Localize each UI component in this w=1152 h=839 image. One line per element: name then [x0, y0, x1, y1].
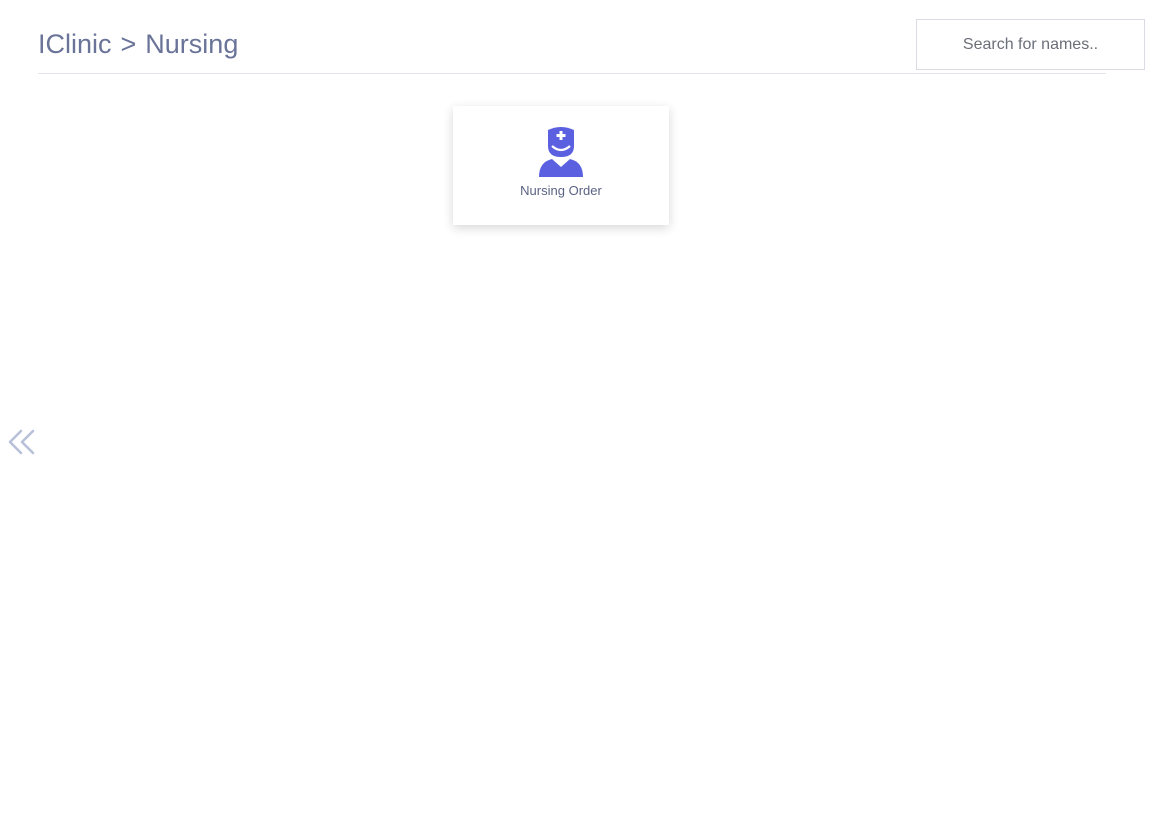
breadcrumb-root[interactable]: IClinic [38, 27, 112, 61]
double-chevron-left-icon[interactable] [6, 425, 38, 461]
breadcrumb: IClinic > Nursing [38, 27, 238, 61]
breadcrumb-separator: > [120, 29, 137, 59]
nurse-icon [539, 127, 583, 177]
module-label: Nursing Order [520, 183, 602, 198]
module-card-nursing-order[interactable]: Nursing Order [453, 106, 669, 225]
search-input[interactable] [916, 19, 1145, 70]
breadcrumb-current: Nursing [145, 29, 239, 59]
page: IClinic > Nursing Nursing Order [0, 0, 1152, 839]
